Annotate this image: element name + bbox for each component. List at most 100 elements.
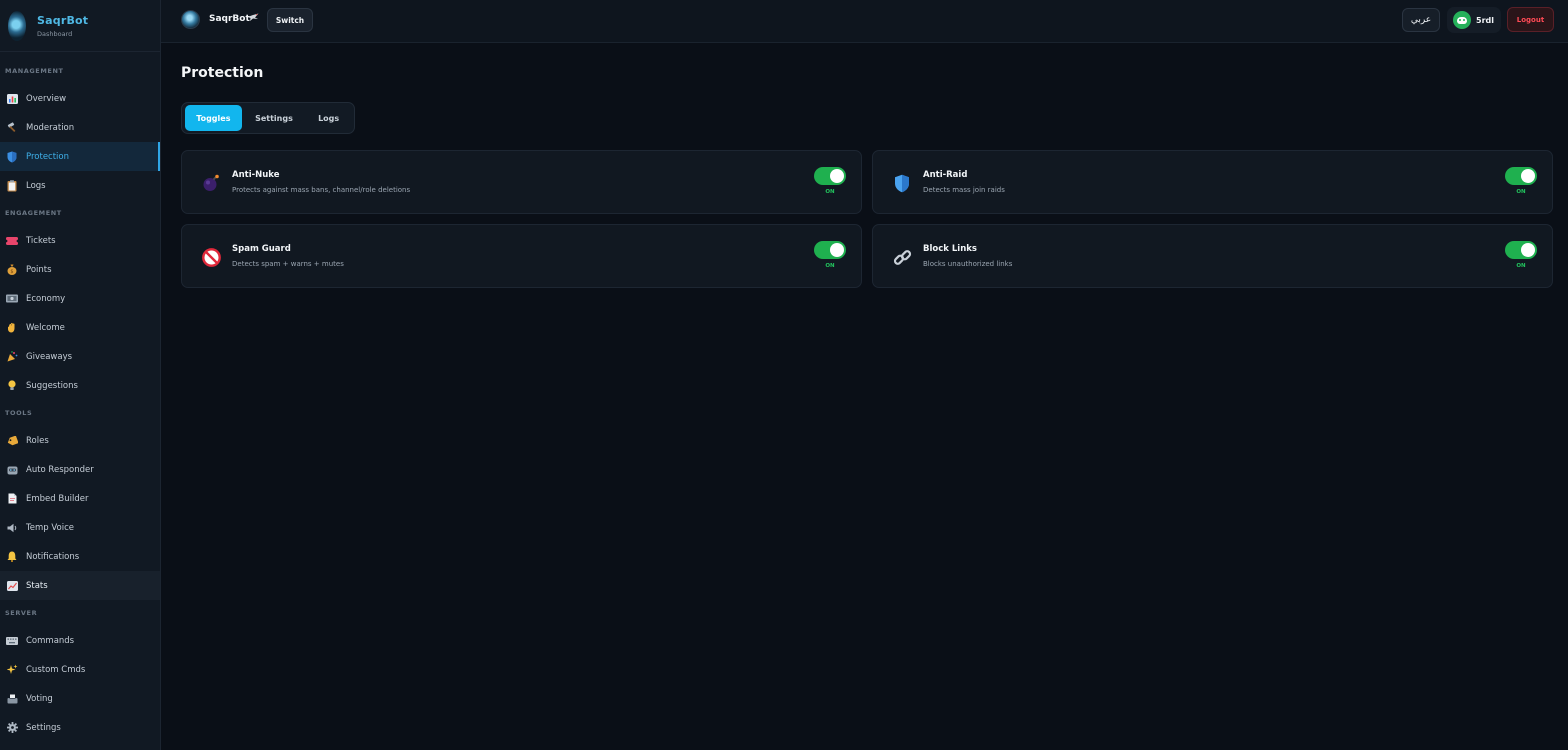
sidebar-item-notifications[interactable]: Notifications <box>0 542 160 571</box>
brand-subtitle: Dashboard <box>37 29 73 38</box>
anti-nuke-toggle[interactable] <box>814 167 846 185</box>
sidebar-item-temp-voice[interactable]: Temp Voice <box>0 513 160 542</box>
money-bag-icon: $ <box>6 264 18 276</box>
party-icon <box>6 351 18 363</box>
tab-settings[interactable]: Settings <box>242 105 307 131</box>
brand[interactable]: SaqrBot Dashboard <box>0 0 160 52</box>
falcon-icon <box>247 13 259 25</box>
gear-icon <box>6 722 18 734</box>
sidebar-item-protection[interactable]: Protection <box>0 142 160 171</box>
card-title: Anti-Nuke <box>232 170 280 180</box>
speaker-icon <box>6 522 18 534</box>
bomb-icon <box>201 173 221 193</box>
sidebar-item-overview[interactable]: Overview <box>0 84 160 113</box>
hammer-icon <box>6 122 18 134</box>
sidebar-item-economy[interactable]: Economy <box>0 284 160 313</box>
sidebar-item-moderation[interactable]: Moderation <box>0 113 160 142</box>
card-description: Protects against mass bans, channel/role… <box>232 186 411 194</box>
logout-button[interactable]: Logout <box>1507 7 1554 32</box>
anti-raid-toggle[interactable] <box>1505 167 1537 185</box>
block-links-toggle[interactable] <box>1505 241 1537 259</box>
sidebar-item-points[interactable]: $ Points <box>0 255 160 284</box>
sidebar-item-label: Voting <box>26 693 53 704</box>
sidebar-item-label: Custom Cmds <box>26 664 86 675</box>
shield-icon <box>6 151 18 163</box>
sidebar-item-label: Stats <box>26 580 48 591</box>
tab-bar: Toggles Settings Logs <box>181 102 355 134</box>
keyboard-icon <box>6 635 18 647</box>
sidebar-item-auto-responder[interactable]: Auto Responder <box>0 455 160 484</box>
nav-section-management: MANAGEMENT <box>5 67 64 75</box>
toggle-state-label: ON <box>1516 263 1526 269</box>
bot-avatar <box>181 10 200 29</box>
protection-card-spam-guard: Spam Guard Detects spam + warns + mutes … <box>181 224 862 288</box>
sidebar-item-label: Logs <box>26 180 46 191</box>
brand-title: SaqrBot <box>37 13 89 27</box>
trend-icon <box>6 580 18 592</box>
ticket-icon <box>6 235 18 247</box>
brand-logo <box>8 10 26 41</box>
sidebar-item-label: Settings <box>26 722 61 733</box>
protection-card-anti-nuke: Anti-Nuke Protects against mass bans, ch… <box>181 150 862 214</box>
spam-guard-toggle[interactable] <box>814 241 846 259</box>
sidebar-item-stats[interactable]: Stats <box>0 571 160 600</box>
ballot-icon <box>6 693 18 705</box>
nav-section-tools: TOOLS <box>5 409 33 417</box>
card-description: Detects spam + warns + mutes <box>232 260 344 268</box>
sidebar-item-label: Tickets <box>26 235 56 246</box>
sidebar-item-settings[interactable]: Settings <box>0 713 160 742</box>
sidebar-item-label: Notifications <box>26 551 80 562</box>
sparkles-icon <box>6 664 18 676</box>
document-icon <box>6 493 18 505</box>
card-description: Detects mass join raids <box>923 186 1005 194</box>
bot-name: SaqrBot <box>209 14 250 24</box>
shield-icon <box>892 173 912 193</box>
sidebar-item-label: Welcome <box>26 322 65 333</box>
sidebar-item-suggestions[interactable]: Suggestions <box>0 371 160 400</box>
sidebar-item-custom-cmds[interactable]: Custom Cmds <box>0 655 160 684</box>
sidebar-item-label: Auto Responder <box>26 464 94 475</box>
nav-section-engagement: ENGAGEMENT <box>5 209 62 217</box>
robot-icon <box>6 464 18 476</box>
tab-toggles[interactable]: Toggles <box>185 105 242 131</box>
sidebar-item-tickets[interactable]: Tickets <box>0 226 160 255</box>
switch-button[interactable]: Switch <box>267 8 313 32</box>
sidebar-item-label: Moderation <box>26 122 75 133</box>
sidebar-item-label: Embed Builder <box>26 493 89 504</box>
card-title: Block Links <box>923 244 977 254</box>
user-chip[interactable]: 5rdl <box>1447 7 1501 33</box>
sidebar-item-voting[interactable]: Voting <box>0 684 160 713</box>
tab-logs[interactable]: Logs <box>306 105 351 131</box>
clipboard-icon <box>6 179 18 192</box>
page-title: Protection <box>181 65 264 81</box>
tag-icon <box>6 435 18 447</box>
sidebar-item-label: Giveaways <box>26 351 73 362</box>
wave-icon <box>6 322 18 334</box>
sidebar-item-embed-builder[interactable]: Embed Builder <box>0 484 160 513</box>
sidebar-item-commands[interactable]: Commands <box>0 626 160 655</box>
toggle-state-label: ON <box>1516 189 1526 195</box>
sidebar-item-label: Economy <box>26 293 66 304</box>
sidebar: SaqrBot Dashboard MANAGEMENT Overview Mo… <box>0 0 161 750</box>
sidebar-item-label: Protection <box>26 151 70 162</box>
sidebar-item-label: Overview <box>26 93 67 104</box>
chart-icon <box>6 93 18 105</box>
banknote-icon <box>6 293 18 305</box>
discord-icon <box>1453 11 1471 29</box>
link-icon <box>892 247 912 267</box>
sidebar-item-roles[interactable]: Roles <box>0 426 160 455</box>
sidebar-item-giveaways[interactable]: Giveaways <box>0 342 160 371</box>
prohibited-icon <box>201 247 221 267</box>
bulb-icon <box>6 380 18 392</box>
sidebar-item-label: Points <box>26 264 52 275</box>
toggle-state-label: ON <box>825 263 835 269</box>
sidebar-item-logs[interactable]: Logs <box>0 171 160 200</box>
card-title: Anti-Raid <box>923 170 968 180</box>
card-title: Spam Guard <box>232 244 291 254</box>
language-button[interactable]: عربي <box>1402 8 1440 32</box>
sidebar-item-welcome[interactable]: Welcome <box>0 313 160 342</box>
user-name: 5rdl <box>1476 15 1494 25</box>
toggle-state-label: ON <box>825 189 835 195</box>
sidebar-item-label: Commands <box>26 635 75 646</box>
topbar: SaqrBot Switch عربي 5rdl Logout <box>161 0 1568 43</box>
